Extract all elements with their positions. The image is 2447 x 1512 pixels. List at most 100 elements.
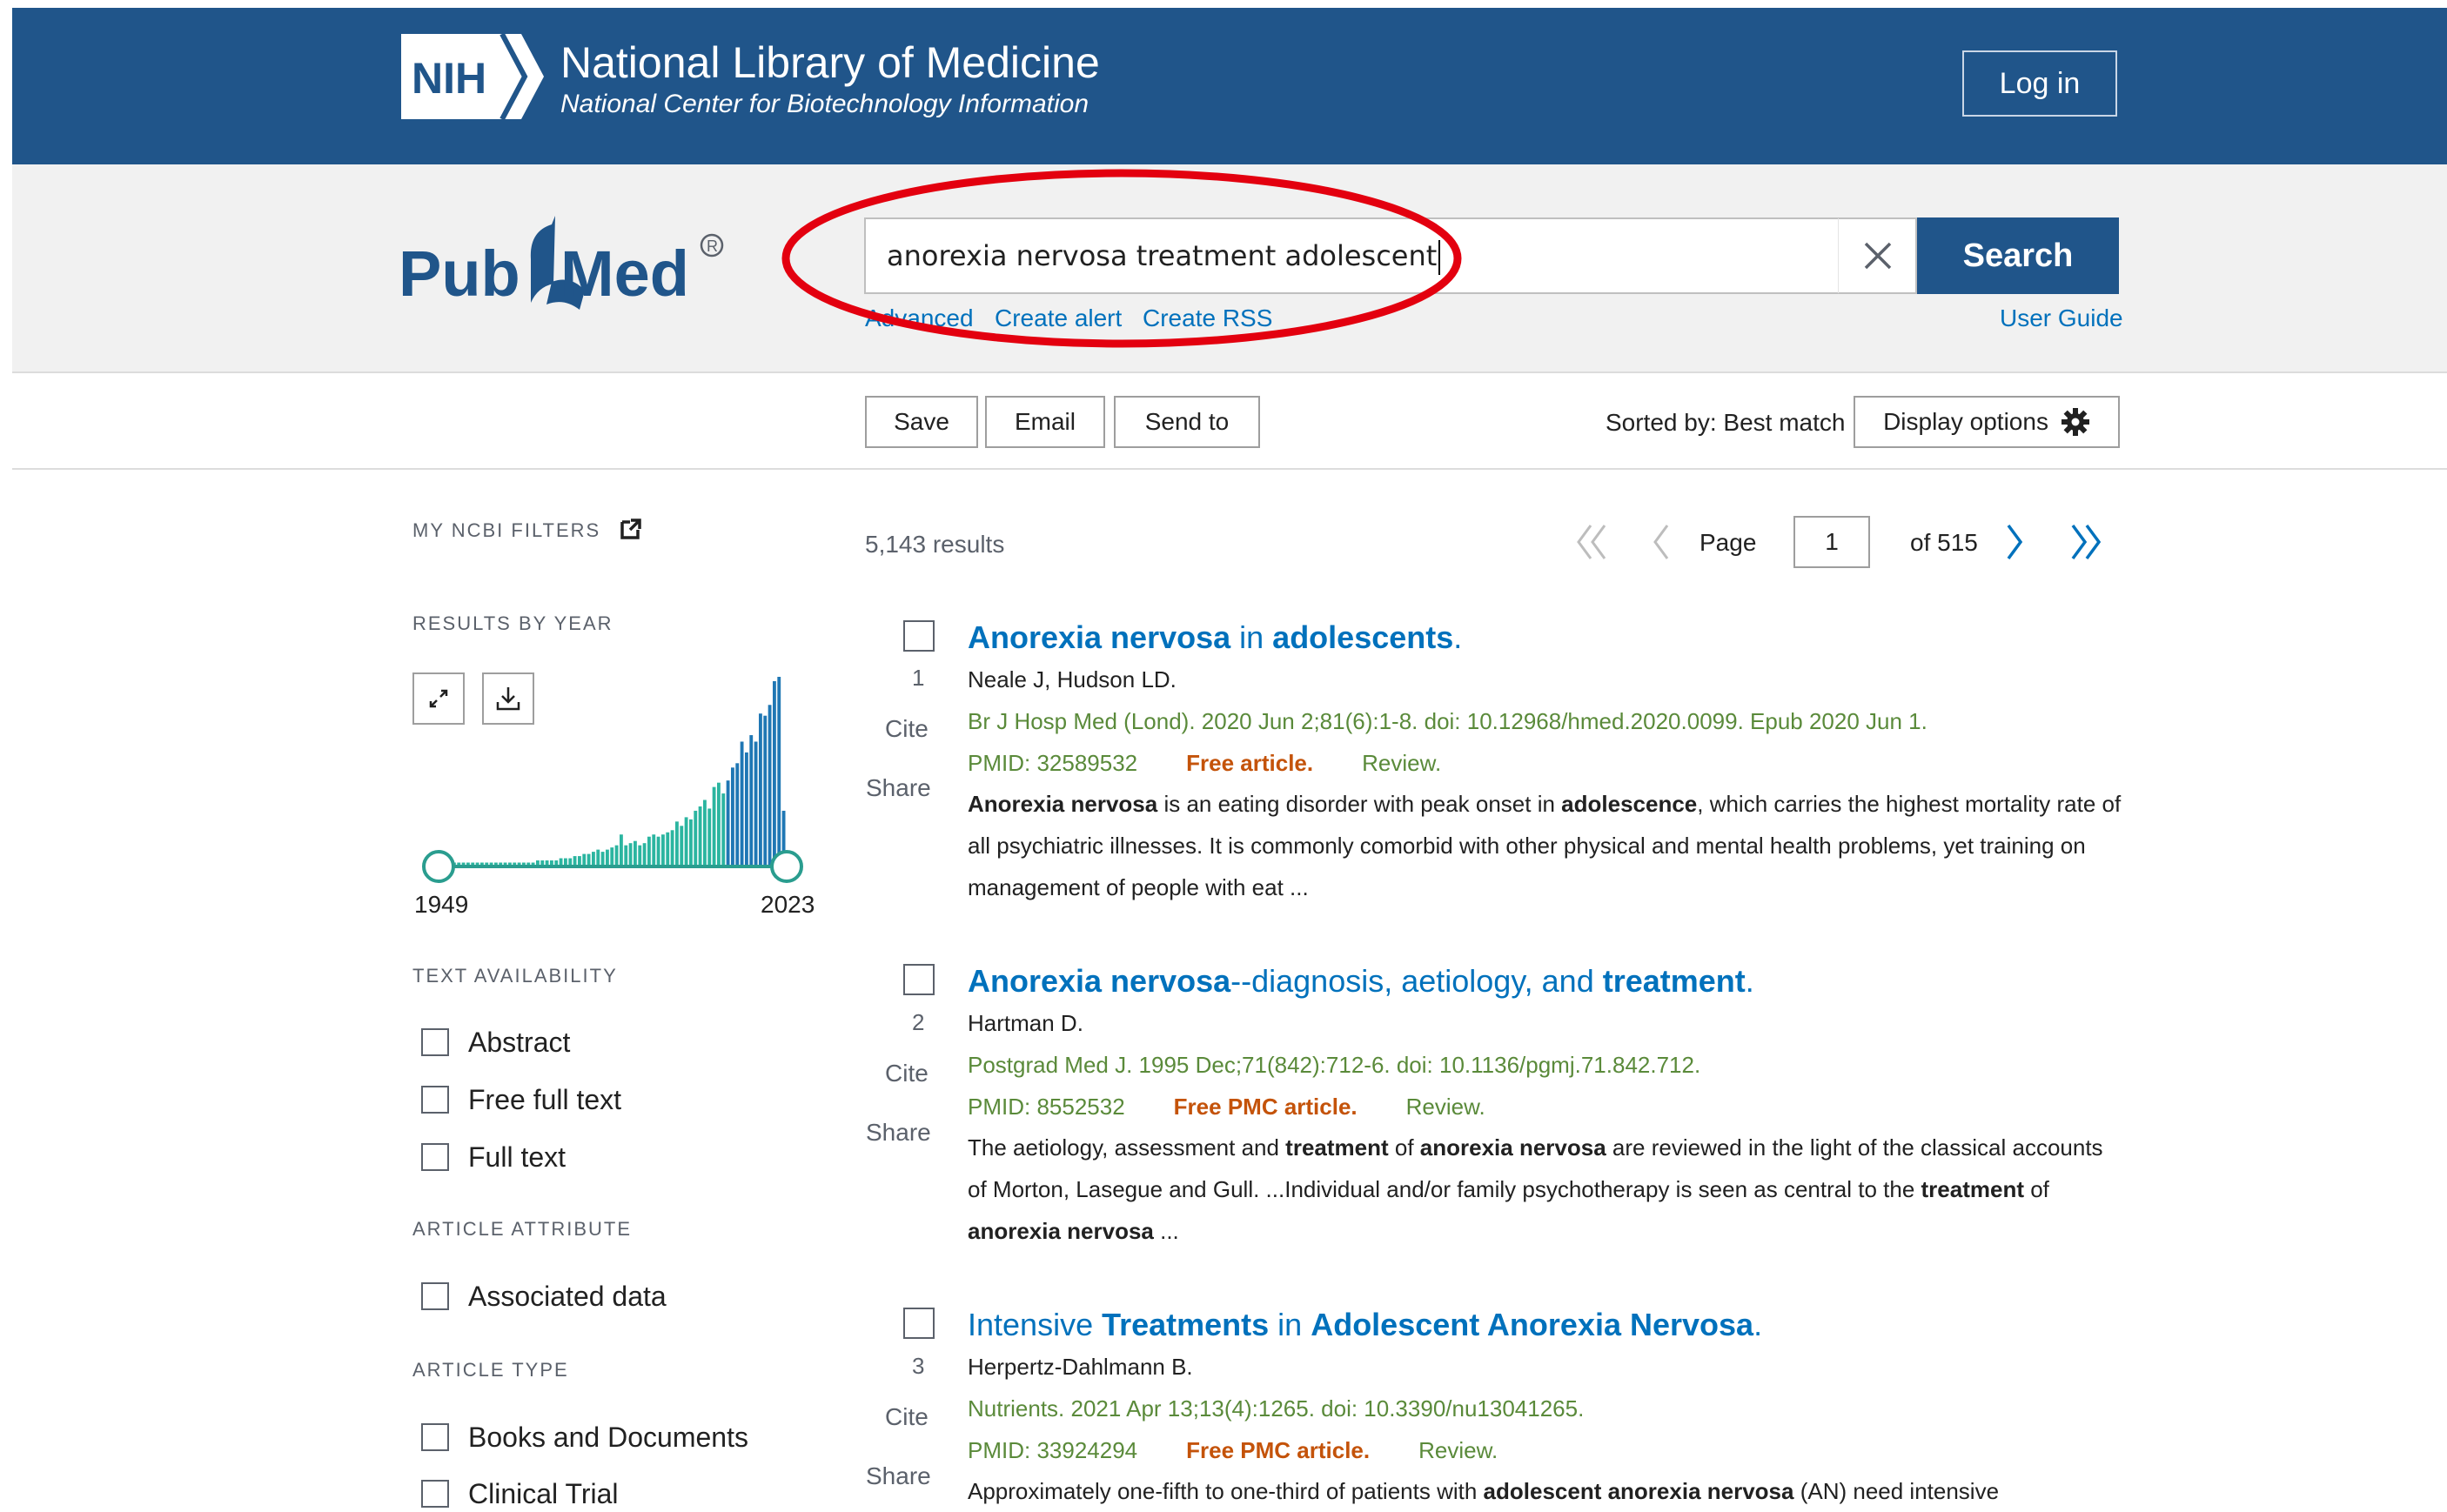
highlighted-term: adolescent anorexia nervosa xyxy=(1483,1478,1794,1504)
year-bar xyxy=(707,808,712,865)
next-page-icon[interactable] xyxy=(2001,520,2028,564)
year-bar xyxy=(522,862,526,865)
search-input[interactable]: anorexia nervosa treatment adolescent xyxy=(887,219,1827,292)
cite-button[interactable]: Cite xyxy=(885,715,929,743)
nih-logo[interactable]: NIH xyxy=(399,30,549,123)
pubmed-logo[interactable]: Pub Med R xyxy=(399,207,729,320)
result-snippet: The aetiology, assessment and treatment … xyxy=(968,1127,2125,1252)
highlighted-term: treatment xyxy=(1921,1176,2024,1202)
share-button[interactable]: Share xyxy=(866,1119,931,1147)
clear-search-button[interactable] xyxy=(1838,218,1917,293)
last-page-icon[interactable] xyxy=(2066,520,2104,564)
free-article-badge: Free PMC article. xyxy=(1186,1437,1371,1463)
year-bar xyxy=(536,860,540,865)
text-caret xyxy=(1438,240,1441,275)
checkbox[interactable] xyxy=(421,1480,449,1508)
year-bar xyxy=(773,680,776,865)
year-bar xyxy=(466,862,470,865)
checkbox[interactable] xyxy=(421,1086,449,1114)
filter-full-text[interactable]: Full text xyxy=(421,1140,566,1174)
year-bar xyxy=(545,860,549,865)
year-bar xyxy=(694,810,698,865)
save-button[interactable]: Save xyxy=(865,396,978,448)
previous-page-icon[interactable] xyxy=(1648,520,1674,564)
login-button[interactable]: Log in xyxy=(1962,50,2117,117)
year-bar xyxy=(559,858,563,865)
year-start-handle[interactable] xyxy=(422,850,455,883)
year-end-handle[interactable] xyxy=(770,850,803,883)
year-bar xyxy=(610,847,614,865)
year-bar xyxy=(503,862,507,865)
share-button[interactable]: Share xyxy=(866,1462,931,1490)
result-meta: PMID: 8552532 Free PMC article. Review. xyxy=(968,1094,1485,1121)
year-bar xyxy=(531,862,535,865)
filter-associated-data[interactable]: Associated data xyxy=(421,1279,667,1314)
create-alert-link[interactable]: Create alert xyxy=(995,304,1122,332)
year-bar xyxy=(554,860,559,865)
cite-button[interactable]: Cite xyxy=(885,1403,929,1431)
result-number: 2 xyxy=(912,1009,925,1035)
year-bar xyxy=(475,862,479,865)
checkbox[interactable] xyxy=(421,1028,449,1056)
result-meta: PMID: 32589532 Free article. Review. xyxy=(968,750,1441,777)
year-bar xyxy=(494,862,498,865)
text-segment: --diagnosis, aetiology, and xyxy=(1230,963,1603,999)
result-snippet: Anorexia nervosa is an eating disorder w… xyxy=(968,783,2125,908)
cite-button[interactable]: Cite xyxy=(885,1060,929,1087)
year-bar xyxy=(508,862,512,865)
result-snippet: Approximately one-fifth to one-third of … xyxy=(968,1470,2125,1512)
filter-label: Associated data xyxy=(468,1280,667,1312)
result-title-link[interactable]: Intensive Treatments in Adolescent Anore… xyxy=(968,1307,1762,1343)
page-number-input[interactable]: 1 xyxy=(1793,516,1870,568)
nih-title[interactable]: National Library of Medicine xyxy=(560,37,1100,89)
checkbox[interactable] xyxy=(421,1282,449,1310)
svg-text:Pub: Pub xyxy=(399,238,520,310)
filter-clinical-trial[interactable]: Clinical Trial xyxy=(421,1476,618,1511)
result-checkbox[interactable] xyxy=(903,964,935,995)
checkbox[interactable] xyxy=(421,1143,449,1171)
results-by-year-chart[interactable] xyxy=(412,670,813,896)
result-number: 1 xyxy=(912,665,925,691)
search-button[interactable]: Search xyxy=(1917,217,2119,294)
year-bar xyxy=(517,862,521,865)
svg-text:Med: Med xyxy=(560,238,689,310)
text-segment: is an eating disorder with peak onset in xyxy=(1157,791,1562,817)
share-button[interactable]: Share xyxy=(866,774,931,802)
year-bar xyxy=(703,799,707,865)
result-authors: Neale J, Hudson LD. xyxy=(968,666,1177,692)
filter-books-and-documents[interactable]: Books and Documents xyxy=(421,1420,748,1455)
result-title-link[interactable]: Anorexia nervosa in adolescents. xyxy=(968,619,1462,656)
display-options-button[interactable]: Display options xyxy=(1854,396,2120,448)
result-checkbox[interactable] xyxy=(903,620,935,652)
filter-free-full-text[interactable]: Free full text xyxy=(421,1082,621,1117)
my-ncbi-filters-heading[interactable]: MY NCBI FILTERS xyxy=(412,518,642,542)
text-segment: in xyxy=(1269,1307,1311,1342)
email-button[interactable]: Email xyxy=(985,396,1105,448)
search-query-text: anorexia nervosa treatment adolescent xyxy=(887,239,1438,272)
text-segment: ... xyxy=(1153,1218,1179,1244)
highlighted-term: anorexia nervosa xyxy=(968,1218,1154,1244)
result-checkbox[interactable] xyxy=(903,1308,935,1339)
user-guide-link[interactable]: User Guide xyxy=(2000,304,2123,332)
send-to-button[interactable]: Send to xyxy=(1114,396,1260,448)
filter-label: Books and Documents xyxy=(468,1421,748,1453)
filter-abstract[interactable]: Abstract xyxy=(421,1025,570,1060)
sort-selector[interactable]: Sorted by: Best match xyxy=(1606,409,1845,437)
highlighted-term: treatment xyxy=(1602,963,1746,999)
highlighted-term: adolescents xyxy=(1272,619,1454,655)
filter-label: Abstract xyxy=(468,1026,571,1058)
year-bar xyxy=(600,852,605,865)
checkbox[interactable] xyxy=(421,1423,449,1451)
year-bar xyxy=(578,856,581,865)
text-segment: of xyxy=(2024,1176,2049,1202)
advanced-link[interactable]: Advanced xyxy=(865,304,974,332)
text-segment: . xyxy=(1745,963,1754,999)
result-citation: Postgrad Med J. 1995 Dec;71(842):712-6. … xyxy=(968,1052,1701,1078)
result-title-link[interactable]: Anorexia nervosa--diagnosis, aetiology, … xyxy=(968,963,1754,1000)
year-bar xyxy=(680,826,684,865)
create-rss-link[interactable]: Create RSS xyxy=(1143,304,1272,332)
result-type: Review. xyxy=(1362,750,1442,776)
first-page-icon[interactable] xyxy=(1573,520,1612,564)
year-bar xyxy=(675,821,679,865)
highlighted-term: Anorexia nervosa xyxy=(968,791,1158,817)
